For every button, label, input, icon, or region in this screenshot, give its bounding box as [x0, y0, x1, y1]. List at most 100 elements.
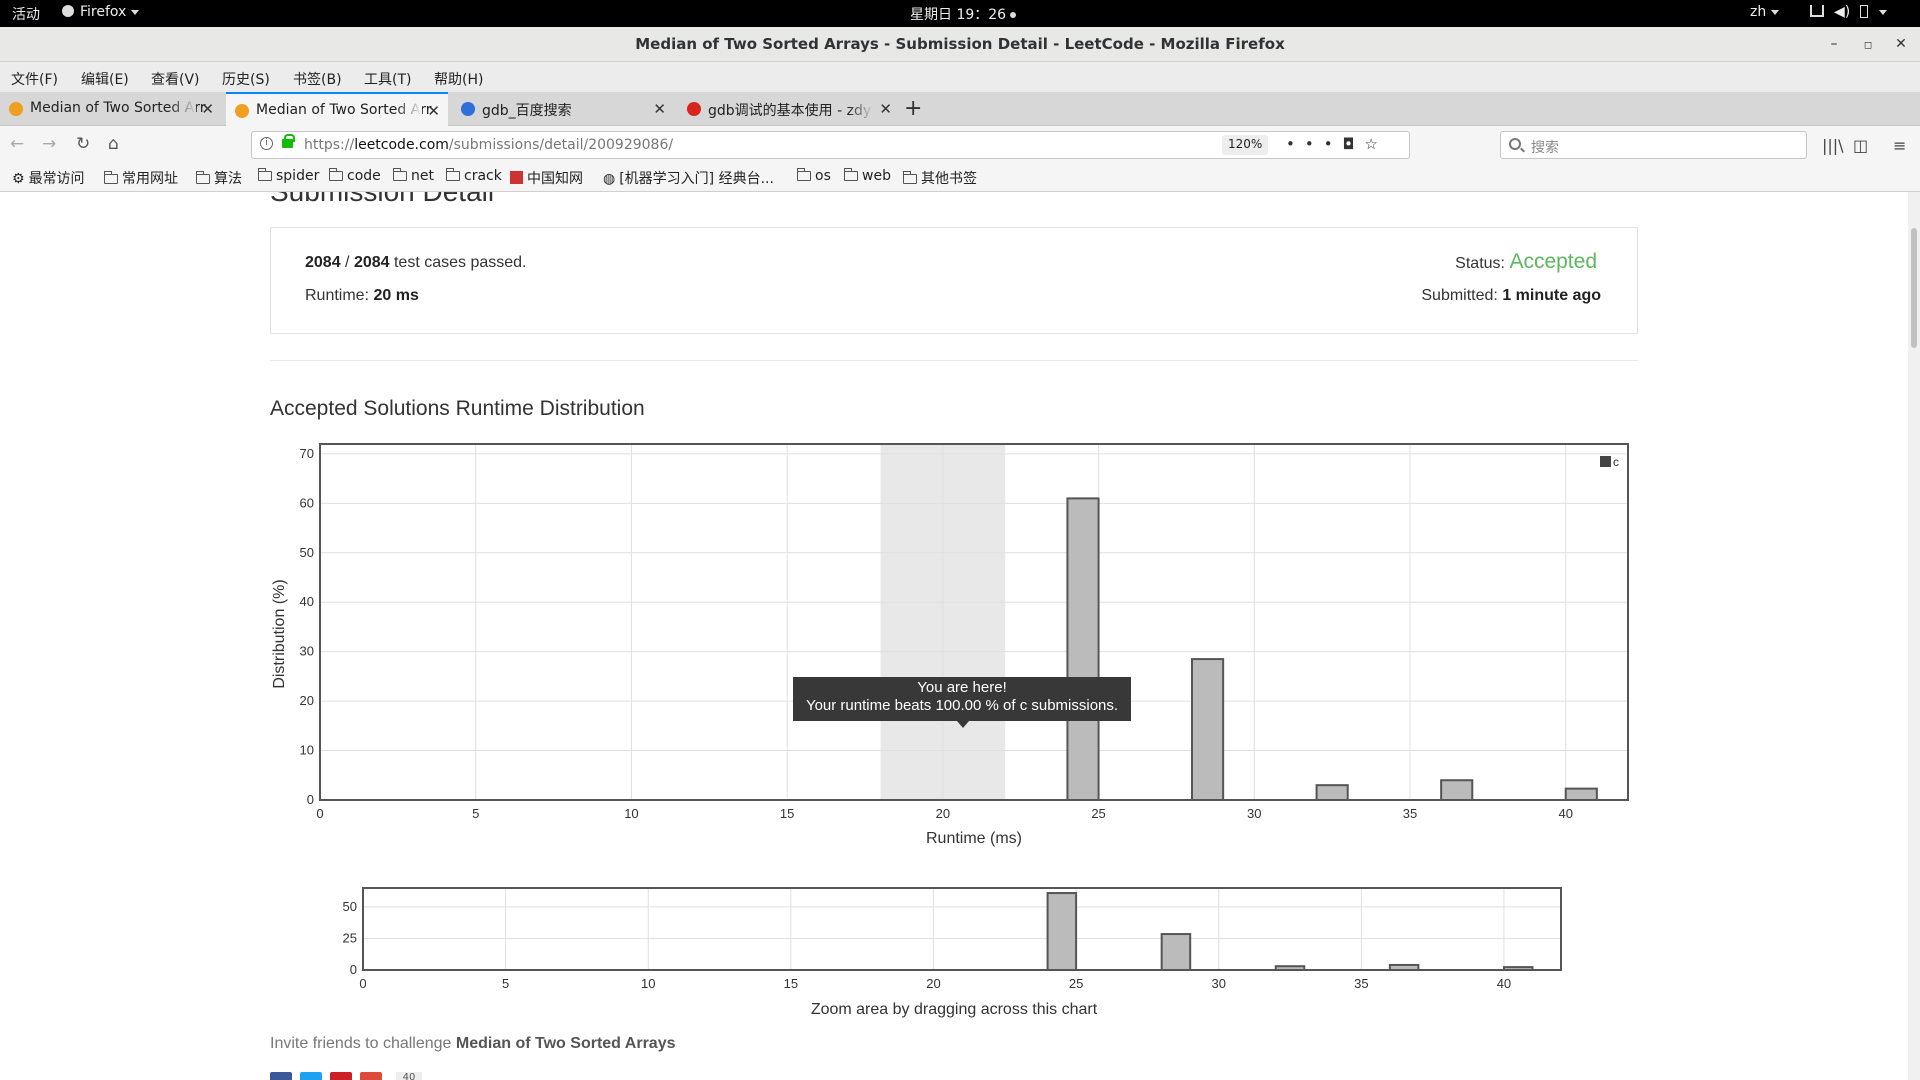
- bookmark-folder[interactable]: web: [843, 168, 891, 184]
- search-input[interactable]: 搜索: [1500, 131, 1807, 159]
- main-chart-y-tick-label: 30: [300, 644, 314, 659]
- baidu-favicon-icon: [461, 102, 475, 116]
- scrollbar-thumb[interactable]: [1911, 228, 1917, 348]
- network-icon: [1810, 5, 1824, 17]
- menu-history[interactable]: 历史(S): [222, 69, 270, 89]
- tab-label: gdb_百度搜索: [482, 103, 572, 119]
- main-chart-y-tick-label: 60: [300, 495, 314, 510]
- clock-label: 星期日 19：26: [910, 7, 1007, 23]
- bookmark-folder[interactable]: spider: [257, 168, 319, 184]
- app-menu-button[interactable]: Firefox: [62, 4, 140, 20]
- tab-baidu[interactable]: gdb_百度搜索 ✕: [452, 92, 674, 126]
- zoom-chart-x-axis-label: Zoom area by dragging across this chart: [811, 1001, 1098, 1018]
- menu-view[interactable]: 查看(V): [151, 69, 200, 89]
- tab-bar: Median of Two Sorted Arr ✕ Median of Two…: [0, 92, 1920, 127]
- close-tab-button[interactable]: ✕: [201, 100, 214, 118]
- bookmark-label: web: [862, 168, 891, 184]
- maximize-button[interactable]: ◻: [1857, 33, 1879, 55]
- main-chart-legend-label: c: [1613, 455, 1619, 469]
- page-actions: •••◘☆: [1286, 135, 1388, 153]
- folder-icon: [103, 171, 118, 184]
- menu-file[interactable]: 文件(F): [11, 69, 58, 89]
- bookmark-ml[interactable]: ◍ [机器学习入门] 经典台...: [603, 168, 774, 188]
- main-chart-y-tick-label: 50: [300, 545, 314, 560]
- url-text[interactable]: https://leetcode.com/submissions/detail/…: [304, 137, 673, 153]
- tab-leetcode-1[interactable]: Median of Two Sorted Arr ✕: [0, 92, 222, 126]
- zoom-level-button[interactable]: 120%: [1222, 135, 1269, 155]
- open-menu-button[interactable]: ≡: [1893, 136, 1906, 155]
- lock-icon[interactable]: [282, 134, 295, 148]
- zoom-chart-y-tick-label: 50: [343, 899, 357, 914]
- close-icon: ✕: [1895, 36, 1907, 52]
- bookmark-most-visited[interactable]: ⚙ 最常访问: [12, 168, 85, 188]
- share-count: 40: [396, 1072, 422, 1080]
- bookmark-folder[interactable]: code: [328, 168, 381, 184]
- bookmark-label: net: [411, 168, 434, 184]
- main-chart-y-tick-label: 70: [300, 446, 314, 461]
- bookmark-folder[interactable]: crack: [445, 168, 502, 184]
- close-tab-button[interactable]: ✕: [879, 100, 892, 118]
- back-button[interactable]: ←: [10, 134, 24, 154]
- tab-csdn[interactable]: gdb调试的基本使用 - zdy ✕: [678, 92, 900, 126]
- folder-icon: [445, 168, 460, 181]
- clock[interactable]: 星期日 19：26: [910, 4, 1017, 24]
- facebook-share-icon[interactable]: [270, 1072, 292, 1080]
- folder-icon: [257, 168, 272, 181]
- bookmarks-toolbar: ⚙ 最常访问 常用网址 算法 spider code net crack 中国知网…: [0, 164, 1920, 192]
- bookmark-other[interactable]: 其他书签: [902, 168, 977, 188]
- window-title: Median of Two Sorted Arrays - Submission…: [635, 35, 1285, 53]
- zoom-chart-y-tick-label: 0: [350, 962, 357, 977]
- sidebar-icon: ◫: [1853, 136, 1869, 155]
- menu-bookmarks[interactable]: 书签(B): [293, 69, 342, 89]
- tab-leetcode-2[interactable]: Median of Two Sorted Arr ✕: [226, 92, 448, 127]
- search-placeholder: 搜索: [1531, 140, 1559, 156]
- url-bar[interactable]: i https://leetcode.com/submissions/detai…: [251, 131, 1410, 159]
- chevron-down-icon: [131, 9, 140, 15]
- menu-edit[interactable]: 编辑(E): [81, 69, 129, 89]
- menu-bar: 文件(F) 编辑(E) 查看(V) 历史(S) 书签(B) 工具(T) 帮助(H…: [0, 62, 1920, 92]
- main-chart-x-tick-label: 5: [472, 806, 479, 821]
- system-status-menu[interactable]: ◀): [1810, 4, 1888, 20]
- minimize-icon: –: [1830, 36, 1838, 52]
- folder-icon: [843, 168, 858, 181]
- minimize-button[interactable]: –: [1823, 33, 1845, 55]
- close-window-button[interactable]: ✕: [1890, 33, 1912, 55]
- activities-button[interactable]: 活动: [12, 4, 40, 24]
- twitter-share-icon[interactable]: [300, 1072, 322, 1080]
- pinterest-share-icon[interactable]: [330, 1072, 352, 1080]
- menu-help[interactable]: 帮助(H): [434, 69, 483, 89]
- bookmark-folder[interactable]: os: [796, 168, 831, 184]
- zoom-chart-bar: [1160, 933, 1192, 971]
- bookmark-label: os: [815, 168, 831, 184]
- bookmark-folder[interactable]: 常用网址: [103, 168, 178, 188]
- reload-button[interactable]: ↻: [76, 134, 90, 154]
- bookmark-cnki[interactable]: 中国知网: [510, 168, 583, 188]
- runtime-distribution-charts[interactable]: 0 5 10 15 20 25 30 35 40010203040506070Runtime (…: [0, 192, 1908, 1080]
- zoom-chart-x-tick-label: 5: [502, 976, 509, 991]
- main-chart-bar: [1564, 787, 1598, 802]
- leetcode-favicon-icon: [235, 104, 249, 118]
- new-tab-button[interactable]: +: [904, 96, 922, 121]
- pocket-icon[interactable]: ◘: [1343, 135, 1365, 153]
- window-title-bar: Median of Two Sorted Arrays - Submission…: [0, 27, 1920, 62]
- home-button[interactable]: ⌂: [108, 134, 119, 154]
- sidebar-button[interactable]: ◫: [1853, 136, 1868, 155]
- menu-tools[interactable]: 工具(T): [364, 69, 411, 89]
- more-actions-icon[interactable]: •••: [1286, 135, 1343, 153]
- close-tab-button[interactable]: ✕: [653, 100, 666, 118]
- library-button[interactable]: |||\: [1822, 136, 1844, 155]
- forward-button[interactable]: →: [42, 134, 56, 154]
- page-scrollbar[interactable]: [1908, 192, 1920, 1080]
- site-info-icon[interactable]: i: [260, 137, 273, 150]
- hamburger-icon: ≡: [1893, 136, 1907, 155]
- close-tab-button[interactable]: ✕: [427, 102, 440, 120]
- cnki-icon: [510, 171, 523, 184]
- bookmark-folder[interactable]: net: [392, 168, 434, 184]
- googleplus-share-icon[interactable]: [360, 1072, 382, 1080]
- bookmark-label: 最常访问: [28, 171, 85, 187]
- bookmark-folder[interactable]: 算法: [195, 168, 242, 188]
- bookmark-star-icon[interactable]: ☆: [1364, 135, 1387, 153]
- firefox-icon: [62, 5, 74, 17]
- input-method-button[interactable]: zh: [1750, 4, 1780, 20]
- zoom-chart-bar: [1046, 892, 1078, 971]
